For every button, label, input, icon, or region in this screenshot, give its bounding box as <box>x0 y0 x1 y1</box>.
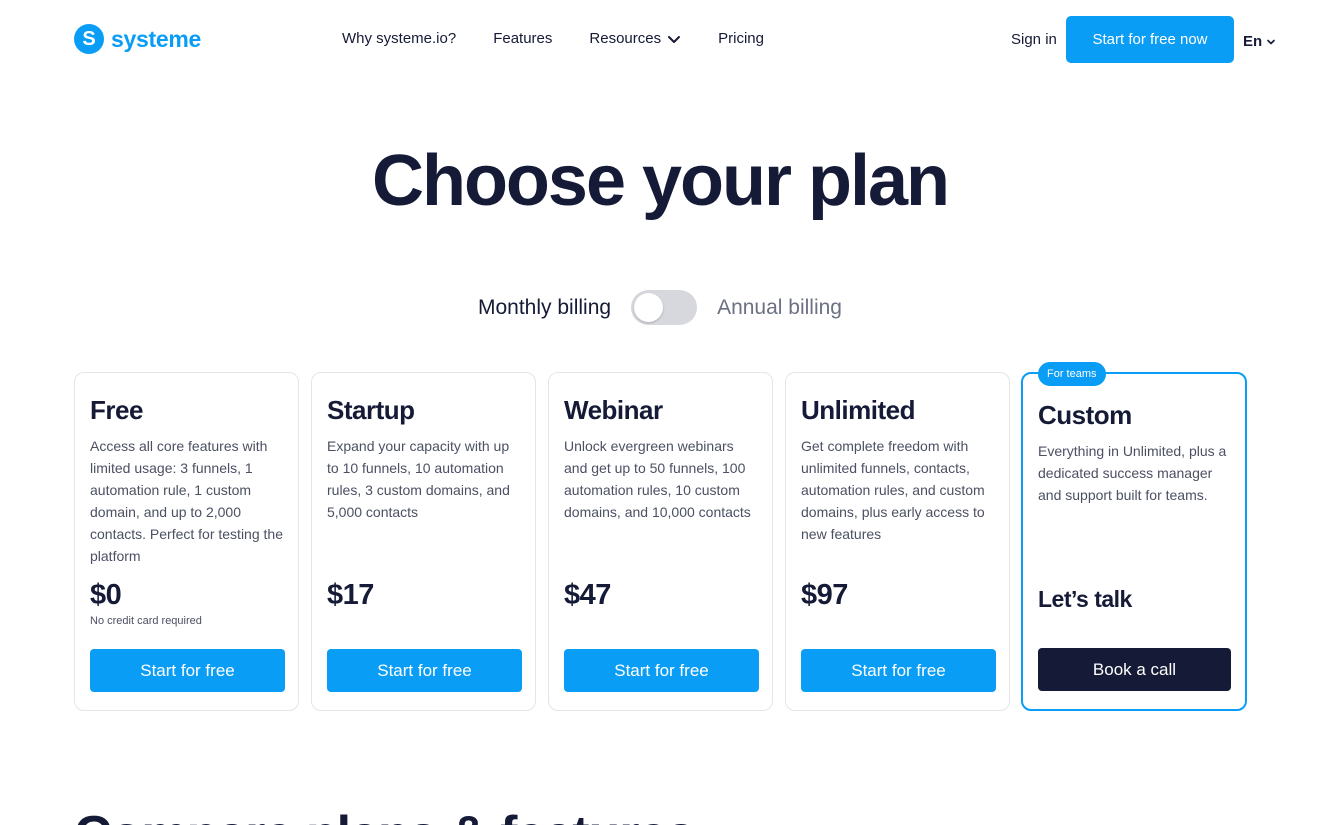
billing-toggle[interactable] <box>631 290 698 325</box>
plan-price: Let’s talk <box>1038 586 1132 612</box>
plan-description: Everything in Unlimited, plus a dedicate… <box>1038 443 1227 503</box>
plan-description: Access all core features with limited us… <box>90 438 283 564</box>
start-for-free-now-button[interactable]: Start for free now <box>1066 16 1234 63</box>
site-header: S systeme Why systeme.io? Features Resou… <box>0 0 1320 80</box>
start-for-free-button[interactable]: Start for free <box>90 649 285 692</box>
nav-resources[interactable]: Resources <box>589 30 681 47</box>
main-nav: Why systeme.io? Features Resources Prici… <box>342 30 764 47</box>
nav-label: Pricing <box>718 30 764 47</box>
plan-name: Startup <box>327 395 415 425</box>
nav-features[interactable]: Features <box>493 30 552 47</box>
nav-pricing[interactable]: Pricing <box>718 30 764 47</box>
plan-name: Free <box>90 395 143 425</box>
toggle-knob <box>634 293 664 322</box>
nav-label: Features <box>493 30 553 47</box>
compare-section-heading: Compare plans & features <box>74 805 695 825</box>
plan-name: Webinar <box>564 395 663 425</box>
plan-note: No credit card required <box>90 615 202 627</box>
logo-mark-icon: S <box>74 24 104 54</box>
language-selector[interactable]: En <box>1243 33 1276 50</box>
plan-name: Custom <box>1038 400 1132 430</box>
plan-price: $0 <box>90 579 122 611</box>
annual-billing-label[interactable]: Annual billing <box>717 296 842 320</box>
logo-text: systeme <box>111 25 201 52</box>
plan-card-startup: Startup Expand your capacity with up to … <box>311 372 536 711</box>
nav-label: Resources <box>589 30 662 47</box>
plan-card-webinar: Webinar Unlock evergreen webinars and ge… <box>548 372 773 711</box>
page-title: Choose your plan <box>371 141 950 221</box>
plan-card-custom: For teams Custom Everything in Unlimited… <box>1021 362 1247 711</box>
sign-in-link[interactable]: Sign in <box>1011 31 1057 48</box>
start-for-free-button[interactable]: Start for free <box>327 649 522 692</box>
start-for-free-button[interactable]: Start for free <box>564 649 759 692</box>
plan-price: $17 <box>327 579 374 611</box>
plan-description: Get complete freedom with unlimited funn… <box>801 438 985 542</box>
chevron-down-icon <box>1267 39 1275 44</box>
plan-price: $47 <box>564 579 611 611</box>
for-teams-badge: For teams <box>1038 362 1106 386</box>
billing-toggle-row: Monthly billing Annual billing <box>0 290 1320 325</box>
plan-name: Unlimited <box>801 395 915 425</box>
plan-card-free: Free Access all core features with limit… <box>74 372 299 711</box>
plan-card-unlimited: Unlimited Get complete freedom with unli… <box>785 372 1010 711</box>
chevron-down-icon <box>668 35 681 43</box>
plan-price: $97 <box>801 579 848 611</box>
monthly-billing-label[interactable]: Monthly billing <box>478 296 611 320</box>
book-a-call-button[interactable]: Book a call <box>1038 648 1231 691</box>
language-label: En <box>1243 33 1263 50</box>
nav-label: Why systeme.io? <box>342 30 457 47</box>
start-for-free-button[interactable]: Start for free <box>801 649 996 692</box>
logo[interactable]: S systeme <box>74 24 201 54</box>
nav-why-systeme[interactable]: Why systeme.io? <box>342 30 456 47</box>
plan-description: Unlock evergreen webinars and get up to … <box>564 438 751 520</box>
plan-description: Expand your capacity with up to 10 funne… <box>327 438 510 520</box>
